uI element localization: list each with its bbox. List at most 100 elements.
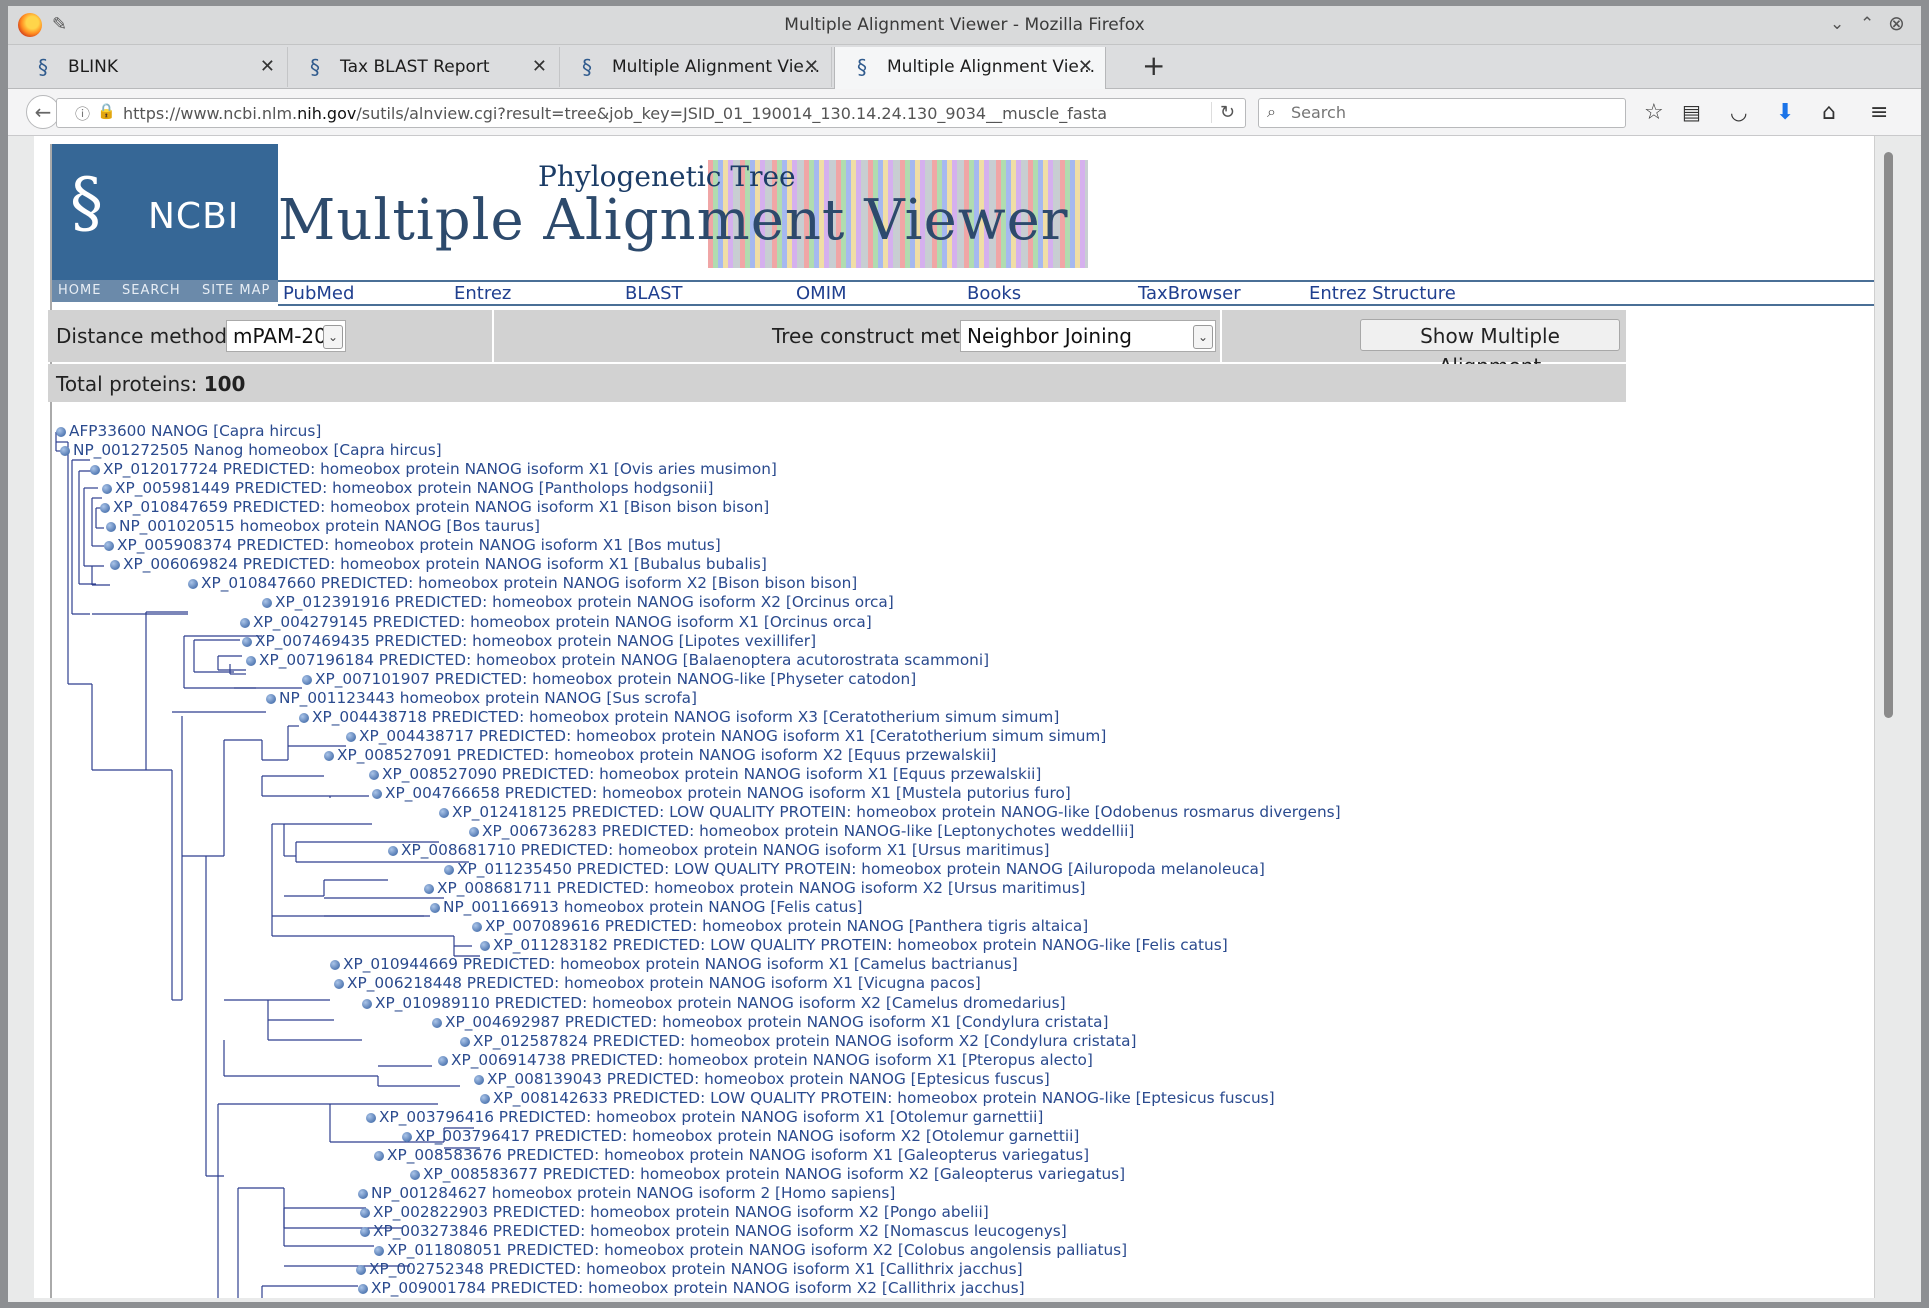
close-tab-icon[interactable]: ✕ — [532, 56, 547, 77]
navigation-bar: ← ⓘ 🔒 https://www.ncbi.nlm.nih.gov/sutil… — [8, 89, 1921, 136]
pocket-icon[interactable]: ◡ — [1730, 100, 1747, 124]
tree-leaf[interactable]: XP_006218448 PREDICTED: homeobox protein… — [334, 974, 981, 992]
leaf-node-icon — [346, 731, 356, 742]
leaf-node-icon — [438, 1055, 448, 1066]
tree-leaf[interactable]: XP_002752348 PREDICTED: homeobox protein… — [356, 1260, 1023, 1278]
leaf-label: XP_008142633 PREDICTED: LOW QUALITY PROT… — [493, 1088, 1275, 1107]
close-tab-icon[interactable]: ✕ — [260, 56, 275, 77]
tree-leaf[interactable]: XP_007196184 PREDICTED: homeobox protein… — [246, 651, 989, 669]
scrollbar-thumb[interactable] — [1884, 152, 1893, 718]
tree-leaf[interactable]: XP_008681711 PREDICTED: homeobox protein… — [424, 879, 1085, 897]
leaf-label: XP_004692987 PREDICTED: homeobox protein… — [445, 1012, 1109, 1031]
tree-leaf[interactable]: XP_011808051 PREDICTED: homeobox protein… — [374, 1241, 1127, 1259]
leaf-label: XP_005981449 PREDICTED: homeobox protein… — [115, 479, 714, 498]
leaf-node-icon — [402, 1131, 412, 1142]
leaf-node-icon — [480, 941, 490, 952]
leaf-label: XP_008527090 PREDICTED: homeobox protein… — [382, 764, 1042, 783]
menu-icon[interactable]: ≡ — [1870, 100, 1888, 125]
tree-leaf[interactable]: XP_006069824 PREDICTED: homeobox protein… — [110, 555, 767, 573]
leaf-label: XP_008681711 PREDICTED: homeobox protein… — [437, 879, 1086, 898]
tree-leaf[interactable]: XP_004438717 PREDICTED: homeobox protein… — [346, 727, 1106, 745]
tree-leaf[interactable]: XP_007469435 PREDICTED: homeobox protein… — [242, 632, 816, 650]
url-domain: nih.gov — [297, 104, 357, 123]
tree-leaf[interactable]: NP_001123443 homeobox protein NANOG [Sus… — [266, 689, 697, 707]
url-prefix: https://www.ncbi.nlm. — [123, 104, 298, 123]
leaf-label: XP_004438718 PREDICTED: homeobox protein… — [312, 707, 1060, 726]
leaf-label: XP_010944669 PREDICTED: homeobox protein… — [343, 955, 1018, 974]
tree-leaf[interactable]: XP_008142633 PREDICTED: LOW QUALITY PROT… — [480, 1089, 1275, 1107]
vertical-scrollbar[interactable] — [1874, 136, 1903, 1298]
tree-leaf[interactable]: XP_004692987 PREDICTED: homeobox protein… — [432, 1013, 1108, 1031]
search-box[interactable]: ⌕ — [1258, 98, 1626, 128]
close-tab-icon[interactable]: ✕ — [804, 56, 819, 77]
close-window-icon[interactable]: ⊗ — [1888, 11, 1905, 35]
tree-leaf[interactable]: XP_008139043 PREDICTED: homeobox protein… — [474, 1070, 1050, 1088]
tree-leaf[interactable]: XP_012587824 PREDICTED: homeobox protein… — [460, 1032, 1136, 1050]
leaf-node-icon — [110, 560, 120, 571]
bookmark-star-icon[interactable]: ☆ — [1644, 100, 1664, 125]
leaf-node-icon — [410, 1169, 420, 1180]
ncbi-favicon-icon: § — [310, 55, 320, 79]
tree-leaf[interactable]: XP_004766658 PREDICTED: homeobox protein… — [372, 784, 1071, 802]
tree-leaf[interactable]: XP_009001784 PREDICTED: homeobox protein… — [358, 1279, 1025, 1297]
tree-leaf[interactable]: XP_012017724 PREDICTED: homeobox protein… — [90, 460, 777, 478]
tree-leaf[interactable]: NP_001272505 Nanog homeobox [Capra hircu… — [60, 441, 442, 459]
tree-leaf[interactable]: AFP33600 NANOG [Capra hircus] — [56, 422, 321, 440]
close-tab-icon[interactable]: ✕ — [1078, 56, 1093, 77]
tree-leaf[interactable]: XP_008583676 PREDICTED: homeobox protein… — [374, 1146, 1089, 1164]
tab-tax-blast-report[interactable]: § Tax BLAST Report ✕ — [288, 47, 560, 87]
info-icon[interactable]: ⓘ — [75, 103, 90, 124]
url-bar[interactable]: ⓘ 🔒 https://www.ncbi.nlm.nih.gov/sutils/… — [56, 98, 1246, 128]
browser-window: ✎ Multiple Alignment Viewer - Mozilla Fi… — [8, 6, 1921, 1302]
download-icon[interactable]: ⬇ — [1776, 100, 1794, 125]
tab-blink[interactable]: § BLINK ✕ — [16, 47, 288, 87]
maximize-icon[interactable]: ⌃ — [1860, 14, 1874, 34]
leaf-node-icon — [472, 922, 482, 933]
tree-leaf[interactable]: XP_010989110 PREDICTED: homeobox protein… — [362, 994, 1066, 1012]
new-tab-icon[interactable]: + — [1142, 49, 1165, 82]
tree-leaf[interactable]: XP_008583677 PREDICTED: homeobox protein… — [410, 1165, 1125, 1183]
tree-leaf[interactable]: XP_007089616 PREDICTED: homeobox protein… — [472, 917, 1088, 935]
url-text[interactable]: https://www.ncbi.nlm.nih.gov/sutils/alnv… — [123, 104, 1107, 123]
tree-leaf[interactable]: XP_003273846 PREDICTED: homeobox protein… — [360, 1222, 1067, 1240]
tab-multiple-alignment-viewer-1[interactable]: § Multiple Alignment Vie... ✕ — [560, 47, 832, 87]
leaf-node-icon — [299, 712, 309, 723]
tree-leaf[interactable]: XP_010847660 PREDICTED: homeobox protein… — [188, 574, 857, 592]
minimize-icon[interactable]: ⌄ — [1830, 14, 1844, 34]
leaf-label: XP_003273846 PREDICTED: homeobox protein… — [373, 1222, 1067, 1241]
tree-leaf[interactable]: XP_003796416 PREDICTED: homeobox protein… — [366, 1108, 1043, 1126]
tree-leaf[interactable]: XP_011235450 PREDICTED: LOW QUALITY PROT… — [444, 860, 1265, 878]
tree-leaf[interactable]: NP_001020515 homeobox protein NANOG [Bos… — [106, 517, 540, 535]
reading-list-icon[interactable]: ▤ — [1682, 100, 1701, 124]
tree-leaf[interactable]: NP_001166913 homeobox protein NANOG [Fel… — [430, 898, 862, 916]
tree-leaf[interactable]: XP_005908374 PREDICTED: homeobox protein… — [104, 536, 721, 554]
tree-leaf[interactable]: XP_008527091 PREDICTED: homeobox protein… — [324, 746, 996, 764]
leaf-label: NP_001284627 homeobox protein NANOG isof… — [371, 1184, 896, 1202]
tree-leaf[interactable]: XP_005981449 PREDICTED: homeobox protein… — [102, 479, 713, 497]
leaf-label: XP_012587824 PREDICTED: homeobox protein… — [473, 1031, 1137, 1050]
leaf-label: NP_001272505 Nanog homeobox [Capra hircu… — [73, 441, 442, 460]
leaf-node-icon — [242, 636, 252, 647]
tree-leaf[interactable]: NP_001284627 homeobox protein NANOG isof… — [358, 1184, 895, 1202]
search-input[interactable] — [1289, 102, 1613, 123]
tree-leaf[interactable]: XP_011283182 PREDICTED: LOW QUALITY PROT… — [480, 936, 1228, 954]
tab-multiple-alignment-viewer-2[interactable]: § Multiple Alignment Vie... ✕ — [834, 47, 1106, 89]
tree-leaf[interactable]: XP_004279145 PREDICTED: homeobox protein… — [240, 613, 872, 631]
tree-leaf[interactable]: XP_012418125 PREDICTED: LOW QUALITY PROT… — [439, 803, 1341, 821]
back-arrow-icon[interactable]: ← — [26, 95, 60, 129]
tree-leaf[interactable]: XP_002822903 PREDICTED: homeobox protein… — [360, 1203, 989, 1221]
home-icon[interactable]: ⌂ — [1822, 100, 1836, 125]
leaf-node-icon — [102, 484, 112, 495]
reload-icon[interactable]: ↻ — [1210, 102, 1235, 123]
tree-leaf[interactable]: XP_008527090 PREDICTED: homeobox protein… — [369, 765, 1041, 783]
tree-leaf[interactable]: XP_003796417 PREDICTED: homeobox protein… — [402, 1127, 1079, 1145]
tree-leaf[interactable]: XP_008681710 PREDICTED: homeobox protein… — [388, 841, 1049, 859]
tree-leaf[interactable]: XP_012391916 PREDICTED: homeobox protein… — [262, 593, 894, 611]
tree-leaf[interactable]: XP_004438718 PREDICTED: homeobox protein… — [299, 708, 1059, 726]
tree-leaf[interactable]: XP_006914738 PREDICTED: homeobox protein… — [438, 1051, 1093, 1069]
leaf-label: NP_001123443 homeobox protein NANOG [Sus… — [279, 688, 697, 707]
tree-leaf[interactable]: XP_010944669 PREDICTED: homeobox protein… — [330, 955, 1018, 973]
tree-leaf[interactable]: XP_007101907 PREDICTED: homeobox protein… — [302, 670, 916, 688]
tree-leaf[interactable]: XP_006736283 PREDICTED: homeobox protein… — [469, 822, 1134, 840]
tree-leaf[interactable]: XP_010847659 PREDICTED: homeobox protein… — [100, 498, 769, 516]
